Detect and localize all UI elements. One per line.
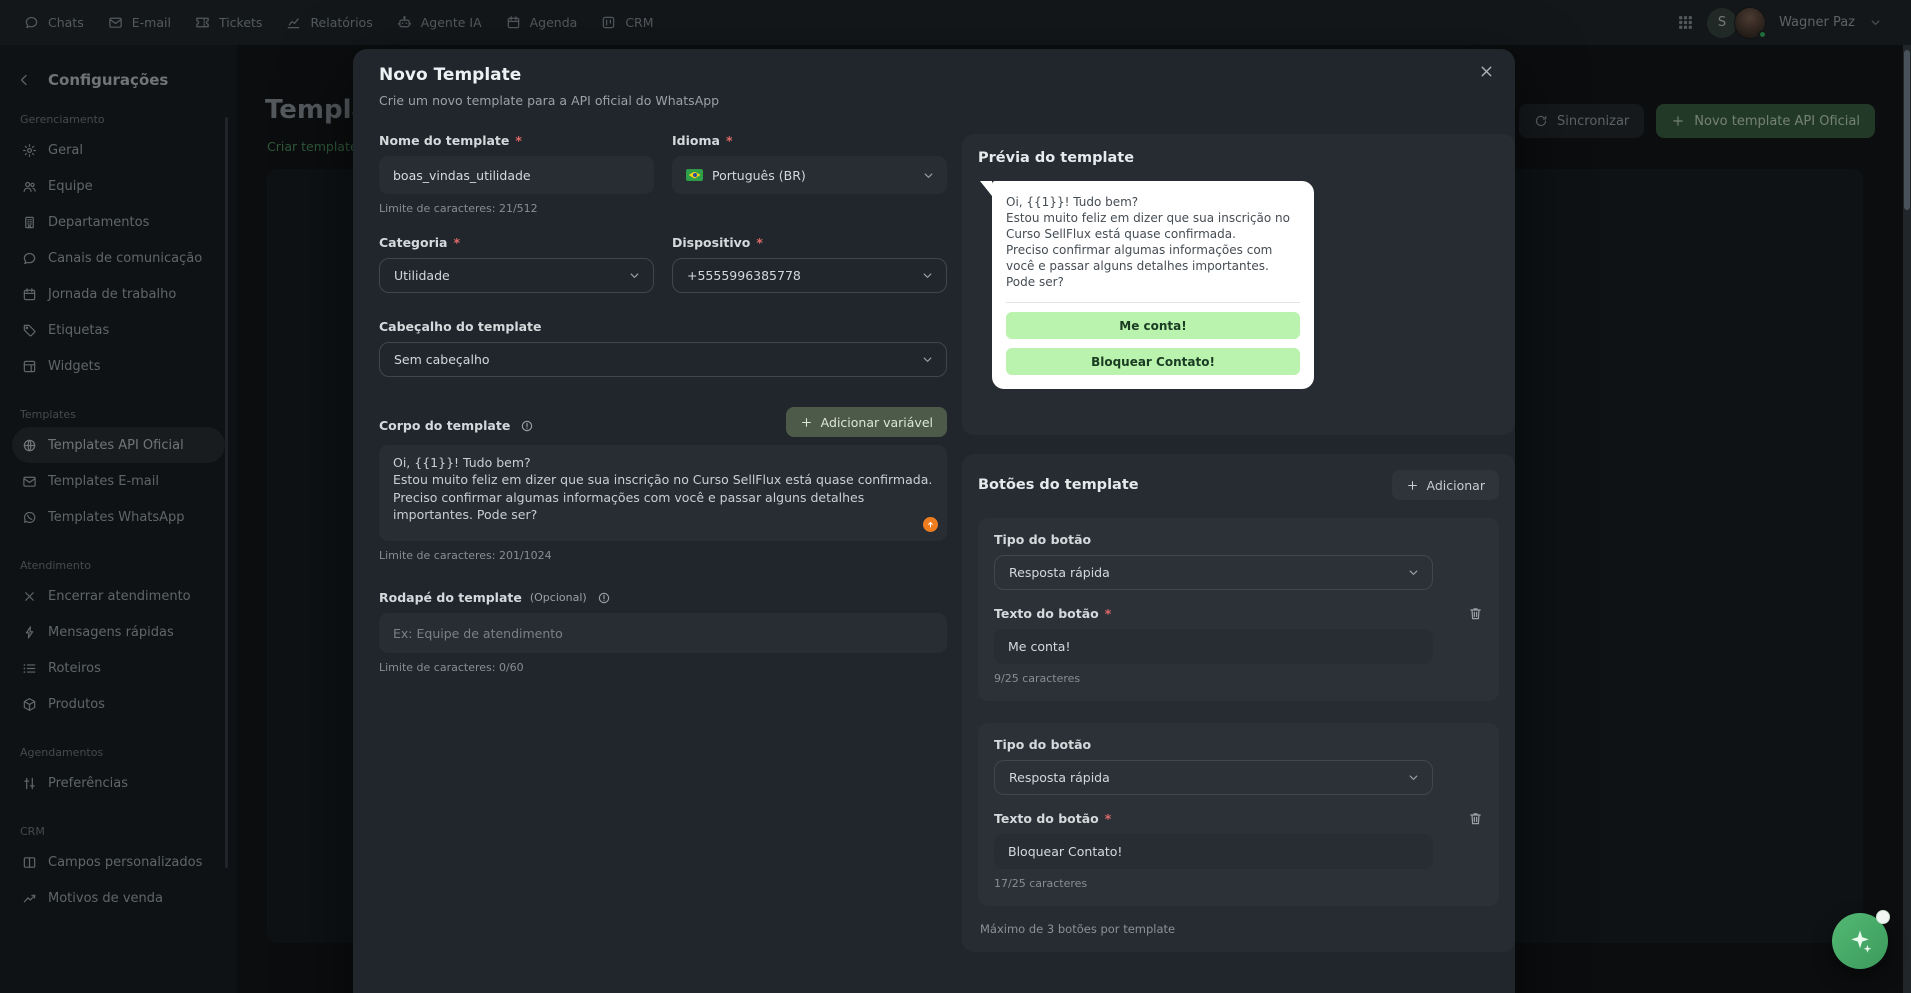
footer-hint: Limite de caracteres: 0/60 bbox=[379, 661, 524, 674]
trash-icon bbox=[1468, 811, 1483, 826]
required-marker: * bbox=[453, 235, 461, 250]
close-button[interactable] bbox=[1478, 63, 1495, 80]
button-type-value: Resposta rápida bbox=[1009, 770, 1110, 785]
brazil-flag-icon bbox=[686, 169, 703, 181]
button-text-input[interactable] bbox=[994, 834, 1433, 869]
delete-button-icon[interactable] bbox=[1468, 606, 1483, 621]
category-label: Categoria bbox=[379, 235, 448, 250]
sparkle-icon bbox=[1847, 928, 1873, 954]
variable-count-badge bbox=[923, 517, 938, 532]
modal-subtitle: Crie um novo template para a API oficial… bbox=[379, 93, 720, 108]
button-config-group: Tipo do botão Resposta rápida Texto do b… bbox=[978, 518, 1499, 701]
header-field: Cabeçalho do template Sem cabeçalho bbox=[379, 319, 947, 377]
new-template-modal: Novo Template Crie um novo template para… bbox=[353, 49, 1515, 993]
required-marker: * bbox=[515, 133, 522, 148]
preview-quick-reply-button: Me conta! bbox=[1006, 312, 1300, 339]
info-icon[interactable] bbox=[520, 419, 534, 433]
template-name-input[interactable] bbox=[379, 156, 654, 194]
header-select[interactable]: Sem cabeçalho bbox=[379, 342, 947, 377]
required-marker: * bbox=[1104, 811, 1112, 826]
required-marker: * bbox=[1104, 606, 1112, 621]
preview-line: Oi, {{1}}! Tudo bem? bbox=[1006, 195, 1139, 209]
body-hint: Limite de caracteres: 201/1024 bbox=[379, 549, 552, 562]
info-icon[interactable] bbox=[597, 591, 611, 605]
name-field: Nome do template * Limite de caracteres: … bbox=[379, 133, 654, 215]
preview-divider bbox=[1006, 302, 1300, 303]
button-type-select[interactable]: Resposta rápida bbox=[994, 555, 1433, 590]
button-config-group: Tipo do botão Resposta rápida Texto do b… bbox=[978, 723, 1499, 906]
header-label: Cabeçalho do template bbox=[379, 319, 542, 334]
app-screen: Chats E-mail Tickets Relatórios Agente I… bbox=[0, 0, 1911, 993]
modal-title: Novo Template bbox=[379, 65, 522, 85]
chevron-down-icon bbox=[1406, 770, 1421, 785]
close-icon bbox=[1478, 63, 1495, 80]
arrow-up-icon bbox=[926, 520, 935, 529]
button-text-label: Texto do botão bbox=[994, 606, 1099, 621]
button-text-counter: 17/25 caracteres bbox=[994, 877, 1088, 890]
category-value: Utilidade bbox=[394, 268, 450, 283]
language-select[interactable]: Português (BR) bbox=[672, 156, 947, 194]
fab-badge bbox=[1876, 910, 1890, 924]
add-variable-label: Adicionar variável bbox=[820, 414, 933, 430]
button-text-label: Texto do botão bbox=[994, 811, 1099, 826]
device-value: +5555996385778 bbox=[687, 268, 801, 283]
plus-icon bbox=[800, 416, 813, 429]
plus-icon bbox=[1406, 479, 1419, 492]
chevron-down-icon bbox=[920, 268, 935, 283]
chevron-down-icon bbox=[920, 352, 935, 367]
name-label: Nome do template bbox=[379, 133, 510, 148]
required-marker: * bbox=[725, 133, 733, 148]
device-select[interactable]: +5555996385778 bbox=[672, 258, 947, 293]
footer-optional-label: (Opcional) bbox=[529, 591, 587, 604]
chevron-down-icon bbox=[627, 268, 642, 283]
footer-label: Rodapé do template bbox=[379, 590, 522, 605]
ai-assistant-fab[interactable] bbox=[1832, 910, 1890, 969]
body-field-header: Corpo do template Adicionar variável bbox=[379, 407, 947, 437]
button-type-label: Tipo do botão bbox=[994, 737, 1092, 752]
page-scrollbar[interactable] bbox=[1903, 45, 1911, 993]
add-variable-button[interactable]: Adicionar variável bbox=[785, 407, 947, 437]
preview-line: Pode ser? bbox=[1006, 275, 1064, 289]
header-value: Sem cabeçalho bbox=[394, 352, 490, 367]
page-scrollbar-thumb[interactable] bbox=[1904, 50, 1910, 210]
device-label: Dispositivo bbox=[672, 235, 751, 250]
trash-icon bbox=[1468, 606, 1483, 621]
max-buttons-hint: Máximo de 3 botões por template bbox=[980, 922, 1176, 936]
template-preview-card: Prévia do template Oi, {{1}}! Tudo bem? … bbox=[962, 134, 1515, 435]
button-type-select[interactable]: Resposta rápida bbox=[994, 760, 1433, 795]
modal-right-column: Prévia do template Oi, {{1}}! Tudo bem? … bbox=[962, 134, 1515, 952]
preview-line: Preciso confirmar algumas informações co… bbox=[1006, 243, 1273, 273]
whatsapp-preview-bubble: Oi, {{1}}! Tudo bem? Estou muito feliz e… bbox=[980, 181, 1314, 389]
buttons-panel-title: Botões do template bbox=[978, 477, 1139, 493]
language-field: Idioma * Português (BR) bbox=[672, 133, 947, 215]
body-textarea-wrap: Oi, {{1}}! Tudo bem? Estou muito feliz e… bbox=[379, 445, 947, 541]
language-value: Português (BR) bbox=[712, 167, 806, 183]
button-type-value: Resposta rápida bbox=[1009, 565, 1110, 580]
template-buttons-card: Botões do template Adicionar Tipo do bot… bbox=[962, 454, 1515, 952]
add-button-label: Adicionar bbox=[1426, 477, 1485, 493]
template-body-textarea[interactable]: Oi, {{1}}! Tudo bem? Estou muito feliz e… bbox=[379, 445, 947, 541]
required-marker: * bbox=[756, 235, 763, 250]
chevron-down-icon bbox=[1406, 565, 1421, 580]
add-button-button[interactable]: Adicionar bbox=[1391, 470, 1499, 500]
device-field: Dispositivo * +5555996385778 bbox=[672, 235, 947, 293]
button-type-label: Tipo do botão bbox=[994, 532, 1092, 547]
template-form: Nome do template * Limite de caracteres: … bbox=[379, 133, 947, 674]
language-label: Idioma bbox=[672, 133, 720, 148]
template-footer-input[interactable] bbox=[379, 613, 947, 653]
preview-quick-reply-button: Bloquear Contato! bbox=[1006, 348, 1300, 375]
body-label: Corpo do template bbox=[379, 418, 511, 433]
button-text-input[interactable] bbox=[994, 629, 1433, 664]
preview-line: Estou muito feliz em dizer que sua inscr… bbox=[1006, 211, 1291, 241]
name-hint: Limite de caracteres: 21/512 bbox=[379, 202, 538, 215]
delete-button-icon[interactable] bbox=[1468, 811, 1483, 826]
preview-title: Prévia do template bbox=[978, 150, 1135, 166]
category-select[interactable]: Utilidade bbox=[379, 258, 654, 293]
category-field: Categoria * Utilidade bbox=[379, 235, 654, 293]
footer-field: Rodapé do template (Opcional) Limite de … bbox=[379, 590, 947, 674]
chevron-down-icon bbox=[921, 168, 936, 183]
button-text-counter: 9/25 caracteres bbox=[994, 672, 1081, 685]
